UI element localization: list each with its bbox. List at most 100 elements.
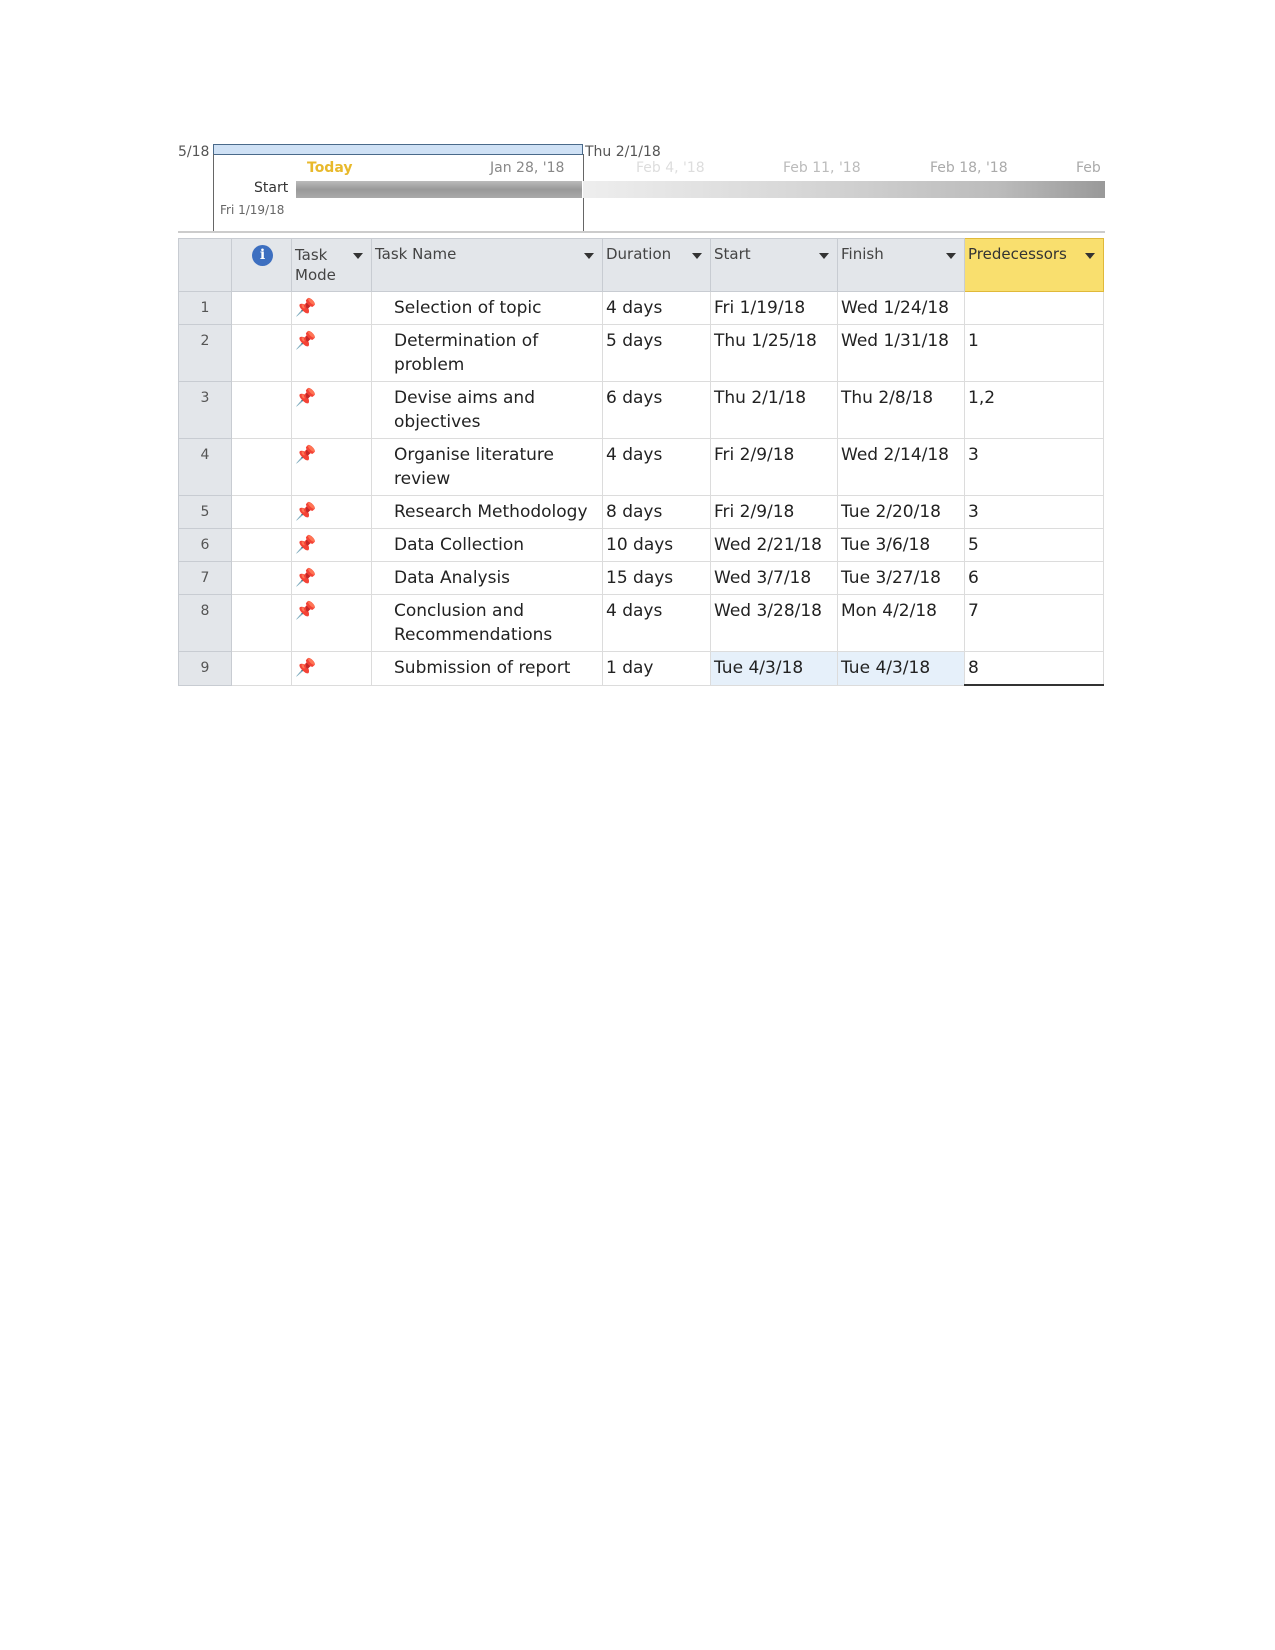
dropdown-arrow-icon[interactable] (353, 253, 363, 259)
table-row[interactable]: 8 📌 Conclusion and Recommendations 4 days We… (178, 594, 1104, 652)
predecessors-cell[interactable]: 5 (964, 528, 1104, 562)
finish-cell[interactable]: Tue 3/6/18 (837, 528, 965, 562)
task-name-cell[interactable]: Organise literature review (371, 438, 603, 496)
predecessors-cell[interactable]: 1,2 (964, 381, 1104, 439)
task-name-cell[interactable]: Determination of problem (371, 324, 603, 382)
start-cell[interactable]: Thu 1/25/18 (710, 324, 838, 382)
select-all-header[interactable] (178, 238, 232, 292)
table-row[interactable]: 6 📌 Data Collection 10 days Wed 2/21/18 Tue 3… (178, 528, 1104, 562)
table-row[interactable]: 1 📌 Selection of topic 4 days Fri 1/19/18 Wed… (178, 291, 1104, 325)
start-header[interactable]: Start (710, 238, 838, 292)
task-name-cell[interactable]: Devise aims and objectives (371, 381, 603, 439)
row-number[interactable]: 1 (178, 291, 232, 325)
start-cell[interactable]: Wed 3/28/18 (710, 594, 838, 652)
indicator-cell[interactable] (231, 561, 292, 595)
duration-cell[interactable]: 1 day (602, 651, 711, 686)
task-mode-cell[interactable]: 📌 (291, 528, 372, 562)
finish-cell[interactable]: Tue 4/3/18 (837, 651, 965, 686)
predecessors-cell[interactable]: 6 (964, 561, 1104, 595)
task-name-cell[interactable]: Data Collection (371, 528, 603, 562)
table-row[interactable]: 5 📌 Research Methodology 8 days Fri 2/9/18 Tu… (178, 495, 1104, 529)
row-number[interactable]: 3 (178, 381, 232, 439)
row-number[interactable]: 2 (178, 324, 232, 382)
indicator-cell[interactable] (231, 651, 292, 686)
task-name-cell[interactable]: Research Methodology (371, 495, 603, 529)
task-mode-header[interactable]: Task Mode (291, 238, 372, 292)
finish-cell[interactable]: Tue 3/27/18 (837, 561, 965, 595)
indicator-cell[interactable] (231, 594, 292, 652)
duration-cell[interactable]: 6 days (602, 381, 711, 439)
finish-cell[interactable]: Wed 1/24/18 (837, 291, 965, 325)
indicator-cell[interactable] (231, 495, 292, 529)
task-mode-cell[interactable]: 📌 (291, 495, 372, 529)
task-name-header[interactable]: Task Name (371, 238, 603, 292)
start-cell[interactable]: Thu 2/1/18 (710, 381, 838, 439)
row-number[interactable]: 6 (178, 528, 232, 562)
duration-cell[interactable]: 4 days (602, 291, 711, 325)
duration-cell[interactable]: 4 days (602, 438, 711, 496)
table-row[interactable]: 4 📌 Organise literature review 4 days Fri 2/… (178, 438, 1104, 496)
indicator-cell[interactable] (231, 291, 292, 325)
table-row[interactable]: 7 📌 Data Analysis 15 days Wed 3/7/18 Tue 3/27… (178, 561, 1104, 595)
dropdown-arrow-icon[interactable] (946, 253, 956, 259)
row-number[interactable]: 4 (178, 438, 232, 496)
task-mode-cell[interactable]: 📌 (291, 561, 372, 595)
task-mode-cell[interactable]: 📌 (291, 381, 372, 439)
start-cell[interactable]: Wed 2/21/18 (710, 528, 838, 562)
predecessors-cell[interactable]: 3 (964, 438, 1104, 496)
finish-cell[interactable]: Tue 2/20/18 (837, 495, 965, 529)
dropdown-arrow-icon[interactable] (584, 253, 594, 259)
predecessors-cell[interactable]: 8 (964, 651, 1104, 686)
duration-cell[interactable]: 5 days (602, 324, 711, 382)
finish-cell[interactable]: Thu 2/8/18 (837, 381, 965, 439)
task-name-cell[interactable]: Conclusion and Recommendations (371, 594, 603, 652)
finish-cell[interactable]: Wed 2/14/18 (837, 438, 965, 496)
duration-header[interactable]: Duration (602, 238, 711, 292)
row-number[interactable]: 5 (178, 495, 232, 529)
start-cell[interactable]: Fri 2/9/18 (710, 495, 838, 529)
row-number[interactable]: 8 (178, 594, 232, 652)
indicator-cell[interactable] (231, 381, 292, 439)
predecessors-cell[interactable]: 7 (964, 594, 1104, 652)
dropdown-arrow-icon[interactable] (692, 253, 702, 259)
table-row[interactable]: 9 📌 Submission of report 1 day Tue 4/3/18 Tue… (178, 651, 1104, 686)
start-cell[interactable]: Wed 3/7/18 (710, 561, 838, 595)
predecessors-cell[interactable]: 1 (964, 324, 1104, 382)
timeline-left-date: 5/18 (178, 144, 210, 160)
indicators-header[interactable]: i (231, 238, 292, 292)
header-label: Task Name (375, 245, 457, 263)
dropdown-arrow-icon[interactable] (819, 253, 829, 259)
table-row[interactable]: 3 📌 Devise aims and objectives 6 days Thu 2/… (178, 381, 1104, 439)
predecessors-header[interactable]: Predecessors (964, 238, 1104, 292)
task-mode-cell[interactable]: 📌 (291, 291, 372, 325)
start-cell[interactable]: Fri 1/19/18 (710, 291, 838, 325)
task-name-cell[interactable]: Data Analysis (371, 561, 603, 595)
predecessors-cell[interactable] (964, 291, 1104, 325)
indicator-cell[interactable] (231, 438, 292, 496)
task-name-cell[interactable]: Selection of topic (371, 291, 603, 325)
indicator-cell[interactable] (231, 324, 292, 382)
duration-cell[interactable]: 15 days (602, 561, 711, 595)
predecessors-cell[interactable]: 3 (964, 495, 1104, 529)
row-number[interactable]: 9 (178, 651, 232, 686)
start-cell[interactable]: Fri 2/9/18 (710, 438, 838, 496)
header-row: i Task Mode Task Name Duration Start Fin… (178, 238, 1104, 292)
start-cell[interactable]: Tue 4/3/18 (710, 651, 838, 686)
dropdown-arrow-icon[interactable] (1085, 253, 1095, 259)
task-mode-cell[interactable]: 📌 (291, 324, 372, 382)
timeline-bar-future (583, 181, 1105, 198)
finish-header[interactable]: Finish (837, 238, 965, 292)
task-mode-cell[interactable]: 📌 (291, 651, 372, 686)
task-name-cell[interactable]: Submission of report (371, 651, 603, 686)
row-number[interactable]: 7 (178, 561, 232, 595)
duration-cell[interactable]: 4 days (602, 594, 711, 652)
duration-cell[interactable]: 10 days (602, 528, 711, 562)
indicator-cell[interactable] (231, 528, 292, 562)
finish-cell[interactable]: Mon 4/2/18 (837, 594, 965, 652)
header-label: Finish (841, 245, 884, 263)
finish-cell[interactable]: Wed 1/31/18 (837, 324, 965, 382)
duration-cell[interactable]: 8 days (602, 495, 711, 529)
table-row[interactable]: 2 📌 Determination of problem 5 days Thu 1/25… (178, 324, 1104, 382)
task-mode-cell[interactable]: 📌 (291, 594, 372, 652)
task-mode-cell[interactable]: 📌 (291, 438, 372, 496)
